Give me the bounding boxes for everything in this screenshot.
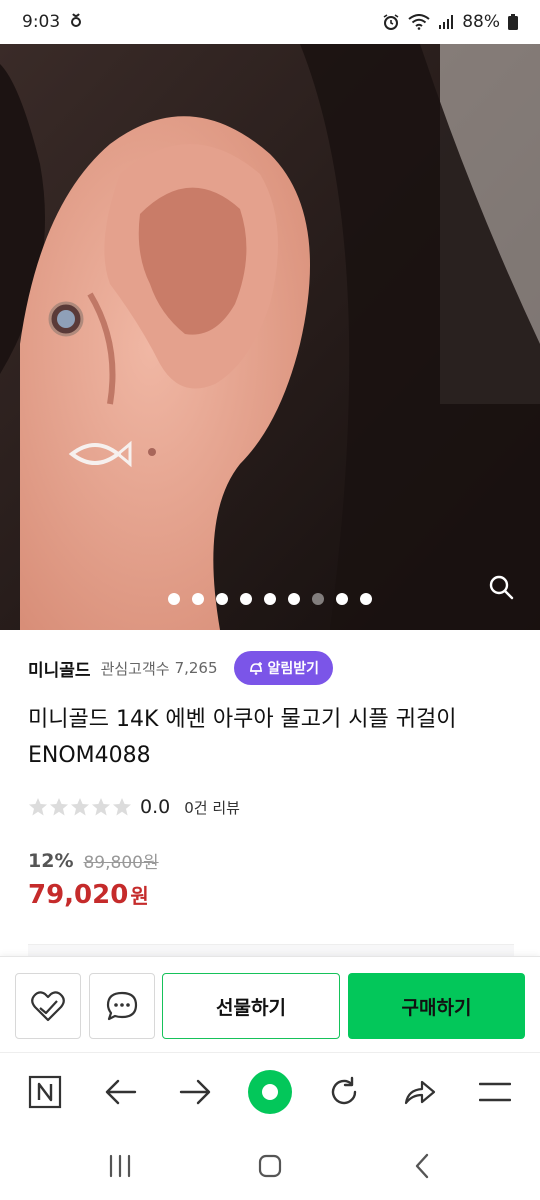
hamburger-menu-icon — [479, 1082, 511, 1102]
recent-apps-icon — [109, 1154, 131, 1178]
sale-price-unit: 원 — [130, 884, 149, 908]
share-button[interactable] — [397, 1069, 443, 1115]
status-bar: 9:03 88% — [0, 0, 540, 44]
zoom-button[interactable] — [482, 568, 520, 606]
like-button[interactable] — [15, 973, 81, 1039]
alarm-clock-icon — [382, 13, 400, 31]
star-empty-icon — [50, 798, 68, 816]
star-empty-icon — [71, 798, 89, 816]
rating-row[interactable]: 0.0 0건 리뷰 — [28, 796, 240, 818]
star-empty-icon — [29, 798, 47, 816]
gallery-dot[interactable] — [288, 593, 300, 605]
sale-price-row: 79,020 원 — [28, 880, 149, 910]
status-time: 9:03 — [22, 12, 61, 32]
system-navigation-bar — [0, 1130, 540, 1200]
talk-talk-button[interactable] — [89, 973, 155, 1039]
arrow-left-icon — [105, 1079, 137, 1105]
heart-check-icon — [31, 991, 65, 1022]
share-arrow-icon — [404, 1080, 436, 1105]
product-photo-ear — [0, 44, 540, 630]
discount-rate: 12% — [28, 849, 74, 872]
refresh-icon — [331, 1076, 357, 1105]
chevron-left-icon — [415, 1153, 429, 1179]
naver-n-icon — [28, 1075, 62, 1109]
price-discount-row: 12% 89,800원 — [28, 848, 159, 874]
arrow-right-icon — [179, 1079, 211, 1105]
recent-apps-button[interactable] — [102, 1148, 138, 1184]
gallery-dot[interactable] — [264, 593, 276, 605]
gallery-dot[interactable] — [360, 593, 372, 605]
chat-bubble-icon — [106, 991, 138, 1021]
store-name-link[interactable]: 미니골드 — [28, 656, 91, 681]
signal-icon — [438, 14, 454, 30]
rating-value: 0.0 — [140, 796, 171, 818]
alarm-label: 알림받기 — [267, 661, 320, 677]
battery-percent: 88% — [462, 12, 500, 32]
green-home-button[interactable] — [248, 1070, 292, 1114]
followers-label: 관심고객수 — [100, 659, 170, 678]
green-dot-icon — [262, 1084, 278, 1100]
gallery-dot[interactable] — [168, 593, 180, 605]
gallery-dot[interactable] — [240, 593, 252, 605]
wifi-icon — [408, 14, 430, 30]
store-row: 미니골드 관심고객수 7,265 알림받기 — [28, 650, 520, 686]
buy-button[interactable]: 구매하기 — [348, 973, 525, 1039]
gallery-dot-active[interactable] — [312, 593, 324, 605]
forward-button[interactable] — [172, 1069, 218, 1115]
notification-icon — [70, 12, 82, 33]
system-home-button[interactable] — [252, 1148, 288, 1184]
home-square-icon — [258, 1154, 282, 1178]
alarm-subscribe-button[interactable]: 알림받기 — [233, 651, 334, 685]
purchase-action-bar: 선물하기 구매하기 — [0, 956, 540, 1052]
sale-price: 79,020 — [28, 880, 129, 910]
original-price: 89,800원 — [83, 853, 159, 873]
magnifier-icon — [489, 575, 514, 600]
star-empty-icon — [92, 798, 110, 816]
product-image-gallery[interactable] — [0, 44, 540, 630]
rating-stars — [28, 797, 132, 817]
bell-plus-icon — [249, 662, 262, 675]
review-count-link[interactable]: 0건 리뷰 — [184, 797, 240, 818]
gallery-pagination — [0, 593, 540, 605]
star-empty-icon — [113, 798, 131, 816]
battery-icon — [508, 14, 518, 30]
product-title: 미니골드 14K 에벤 아쿠아 물고기 시플 귀걸이 ENOM4088 — [28, 707, 457, 768]
naver-home-button[interactable] — [22, 1069, 68, 1115]
back-button[interactable] — [98, 1069, 144, 1115]
gallery-dot[interactable] — [192, 593, 204, 605]
gift-button[interactable]: 선물하기 — [162, 973, 340, 1039]
followers-count: 7,265 — [174, 659, 218, 677]
gallery-dot[interactable] — [216, 593, 228, 605]
system-back-button[interactable] — [404, 1148, 440, 1184]
browser-toolbar — [0, 1052, 540, 1130]
menu-button[interactable] — [472, 1069, 518, 1115]
gallery-dot[interactable] — [336, 593, 348, 605]
refresh-button[interactable] — [321, 1069, 367, 1115]
